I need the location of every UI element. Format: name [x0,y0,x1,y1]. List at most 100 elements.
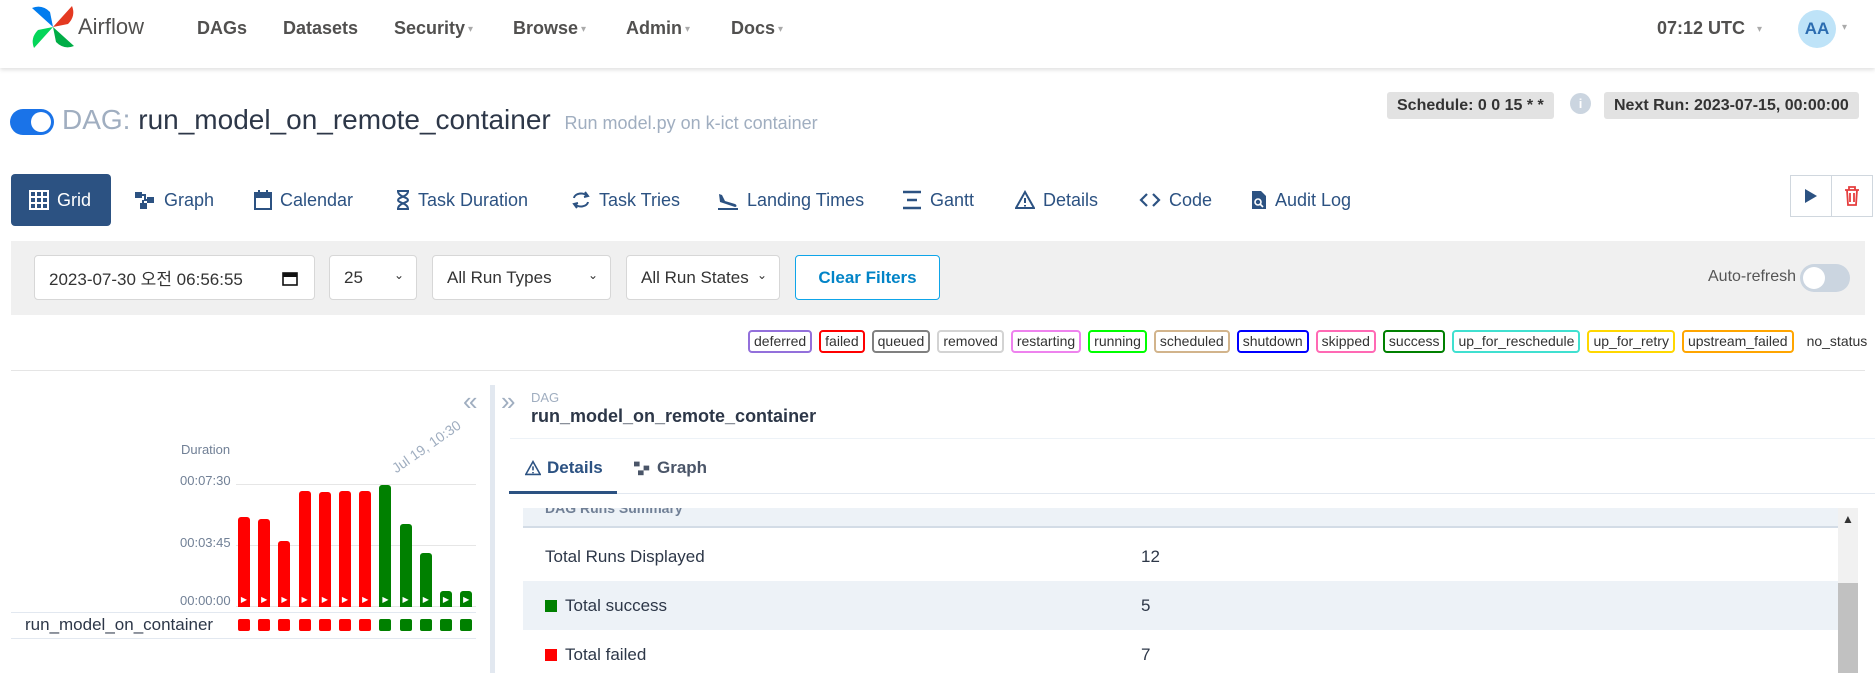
nav-security[interactable]: Security ▾ [394,18,473,39]
manual-trigger-icon: ▶ [382,595,389,604]
clear-filters-button[interactable]: Clear Filters [795,255,940,300]
dag-pause-toggle[interactable] [10,109,54,135]
task-instance-cell[interactable] [339,619,351,631]
task-instance-cell[interactable] [278,619,291,631]
legend-item-upstream-failed[interactable]: upstream_failed [1681,330,1794,353]
run-duration-bar[interactable] [379,485,392,607]
section-heading-text: DAG Runs Summary [545,508,683,516]
delete-dag-button[interactable] [1831,175,1873,217]
legend-item-no-status[interactable]: no_status [1800,330,1874,353]
task-instance-cell[interactable] [419,619,432,631]
tab-landing-times[interactable]: Landing Times [717,174,864,226]
tab-details-label: Details [1043,189,1099,210]
task-instance-cell[interactable] [238,619,250,631]
panel-resize-handle[interactable] [490,385,495,673]
legend-item-queued[interactable]: queued [871,330,931,353]
task-instance-cell[interactable] [258,619,271,631]
airflow-logo-icon[interactable] [28,2,78,52]
calendar-icon[interactable] [282,270,298,286]
collapse-grid-icon[interactable]: « [463,386,477,417]
num-runs-select[interactable]: 25 ⌄ [329,255,417,300]
trigger-dag-button[interactable] [1790,175,1832,217]
tab-landing-times-label: Landing Times [747,189,865,210]
nav-dags[interactable]: DAGs [197,18,247,39]
legend-item-restarting[interactable]: restarting [1010,330,1082,353]
section-divider [11,370,1865,371]
nav-docs[interactable]: Docs ▾ [731,18,783,39]
gridline [236,545,476,546]
tab-gantt-label: Gantt [930,189,975,210]
run-type-select[interactable]: All Run Types ⌄ [432,255,611,300]
retry-icon [572,191,590,209]
run-state-select[interactable]: All Run States ⌄ [626,255,780,300]
tab-graph[interactable]: Graph [134,174,214,226]
legend-item-failed[interactable]: failed [819,330,865,353]
details-dag-name: run_model_on_remote_container [531,406,817,426]
legend-item-scheduled[interactable]: scheduled [1153,330,1230,353]
nav-admin[interactable]: Admin ▾ [626,18,690,39]
manual-trigger-icon: ▶ [281,595,288,604]
y-tick-label: 00:00:00 [180,593,231,608]
base-date-value: 2023-07-30 오전 06:56:55 [49,270,243,289]
expand-grid-icon[interactable]: » [501,386,515,417]
tab-audit-log[interactable]: Audit Log [1251,174,1351,226]
details-tab-details[interactable]: Details [525,458,603,478]
legend-item-up-for-retry[interactable]: up_for_retry [1587,330,1675,353]
run-duration-bar[interactable] [339,491,351,607]
details-dag-prefix: DAG [531,390,560,405]
tab-task-tries-label: Task Tries [599,189,681,210]
timezone-clock[interactable]: 07:12 UTC ▾ [1657,18,1762,39]
legend-item-deferred[interactable]: deferred [748,330,813,353]
legend-item-running[interactable]: running [1088,330,1147,353]
scrollbar-thumb[interactable] [1838,583,1858,673]
tab-calendar[interactable]: Calendar [254,174,353,226]
tab-audit-log-label: Audit Log [1275,189,1352,210]
top-navbar: Airflow DAGs Datasets Security ▾ Browse ▾ … [0,0,1875,68]
manual-trigger-icon: ▶ [422,595,429,604]
run-duration-bar[interactable] [318,492,331,607]
task-instance-cell[interactable] [460,619,473,631]
tab-gantt[interactable]: Gantt [902,174,974,226]
tab-task-tries[interactable]: Task Tries [571,174,680,226]
warning-triangle-icon [525,460,541,476]
details-separator [510,438,1875,439]
row-value: 5 [1141,596,1151,615]
auto-refresh-toggle[interactable] [1800,264,1850,292]
task-instance-cell[interactable] [359,619,372,631]
hourglass-icon [396,190,410,210]
row-label-text: Total Runs Displayed [545,547,705,566]
task-instance-cell[interactable] [399,619,412,631]
run-duration-bar[interactable] [298,491,311,607]
tab-details[interactable]: Details [1015,174,1098,226]
details-tab-border [509,493,1875,494]
task-instance-cell[interactable] [298,619,311,631]
user-avatar[interactable]: AA [1798,10,1836,48]
base-date-input[interactable]: 2023-07-30 오전 06:56:55 [34,255,315,300]
legend-item-success[interactable]: success [1382,330,1446,353]
plane-landing-icon [718,194,738,210]
tab-code[interactable]: Code [1139,174,1212,226]
chevron-down-icon: ▾ [581,23,587,35]
nav-datasets[interactable]: Datasets [283,18,358,39]
run-duration-bar[interactable] [359,491,372,607]
legend-item-up-for-reschedule[interactable]: up_for_reschedule [1452,330,1581,353]
task-name-label[interactable]: run_model_on_container [25,615,213,635]
legend-item-shutdown[interactable]: shutdown [1236,330,1309,353]
legend-item-removed[interactable]: removed [937,330,1004,353]
chevron-down-icon: ▾ [468,23,474,35]
tab-grid[interactable]: Grid [11,174,111,226]
task-instance-cell[interactable] [318,619,331,631]
chevron-down-icon[interactable]: ▾ [1842,22,1847,33]
tab-task-duration[interactable]: Task Duration [396,174,528,226]
info-icon[interactable]: i [1570,93,1591,114]
nav-browse[interactable]: Browse ▾ [513,18,586,39]
legend-item-skipped[interactable]: skipped [1315,330,1376,353]
manual-trigger-icon: ▶ [301,595,308,604]
scroll-up-icon[interactable]: ▲ [1838,512,1858,526]
details-tab-graph[interactable]: Graph [633,458,707,478]
task-instance-cell[interactable] [440,619,452,631]
run-type-value: All Run Types [447,267,552,287]
graph-icon [634,461,650,476]
brand-name[interactable]: Airflow [78,14,144,40]
task-instance-cell[interactable] [379,619,392,631]
